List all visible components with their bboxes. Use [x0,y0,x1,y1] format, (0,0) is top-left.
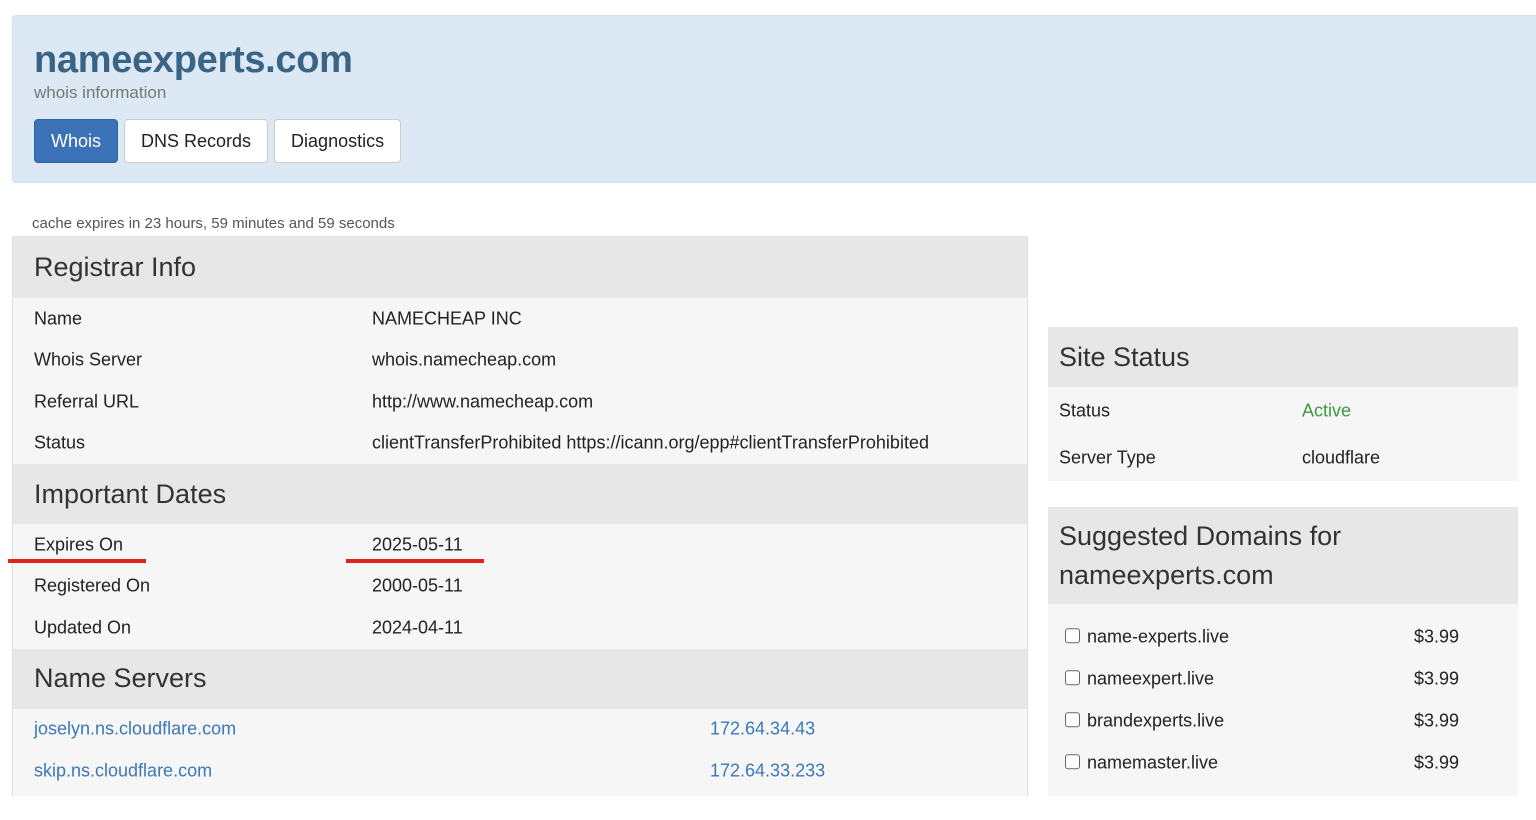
domain-price: $3.99 [1414,710,1460,731]
page-subtitle: whois information [34,83,167,102]
whois-panel: Registrar Info Name NAMECHEAP INC Whois … [12,236,1028,796]
list-item: brandexperts.live $3.99 [1048,700,1518,742]
row-label: Name [34,308,83,329]
row-label: Status [1059,400,1111,420]
site-status-heading: Site Status [1048,327,1518,387]
domain-checkbox[interactable] [1065,670,1080,686]
list-item: name-experts.live $3.99 [1048,616,1518,658]
row-value: http://www.namecheap.com [372,391,594,412]
table-row: Status clientTransferProhibited https://… [13,423,1027,465]
row-value: 2024-04-11 [372,617,463,638]
row-label: Expires On [34,534,124,555]
domain-checkbox[interactable] [1065,628,1080,644]
row-label: Status [34,432,86,453]
suggested-heading-line2: nameexperts.com [1059,559,1274,590]
nameserver-link[interactable]: joselyn.ns.cloudflare.com [34,719,236,740]
table-row: Registered On 2000-05-11 [13,566,1027,608]
cache-note: cache expires in 23 hours, 59 minutes an… [32,215,395,232]
table-row: Name NAMECHEAP INC [13,298,1027,340]
tab-diagnostics[interactable]: Diagnostics [274,119,402,163]
annotation-underline [346,559,484,563]
domain-name: name-experts.live [1087,626,1230,647]
annotation-underline [8,559,146,563]
table-row: skip.ns.cloudflare.com 172.64.33.233 [13,750,1027,792]
domain-checkbox[interactable] [1065,754,1080,770]
site-status-panel: Site Status Status Active Server Type cl… [1048,327,1518,481]
domain-price: $3.99 [1414,626,1460,647]
row-label: Whois Server [34,349,143,370]
suggested-domains-heading: Suggested Domains for nameexperts.com [1048,507,1518,604]
important-dates-heading: Important Dates [13,464,1027,524]
list-item: nameexpert.live $3.99 [1048,658,1518,700]
tab-bar: Whois DNS Records Diagnostics [34,119,402,163]
nameserver-ip-link[interactable]: 172.64.34.43 [710,719,815,740]
table-row: Updated On 2024-04-11 [13,607,1027,649]
tab-whois[interactable]: Whois [34,119,119,163]
row-value: 2025-05-11 [372,534,463,555]
status-value: Active [1302,400,1352,420]
row-label: Server Type [1059,447,1156,467]
row-label: Updated On [34,617,132,638]
name-servers-table: joselyn.ns.cloudflare.com 172.64.34.43 s… [13,709,1027,792]
table-row: Whois Server whois.namecheap.com [13,340,1027,382]
row-value: clientTransferProhibited https://icann.o… [372,432,929,453]
tab-dns-records[interactable]: DNS Records [124,119,269,163]
table-row: Server Type cloudflare [1048,434,1518,481]
page-header: nameexperts.com whois information Whois … [12,15,1536,183]
domain-name: brandexperts.live [1087,710,1225,731]
list-item [1048,784,1518,796]
domain-price: $3.99 [1414,752,1460,773]
table-row: Status Active [1048,387,1518,434]
domain-checkbox[interactable] [1065,712,1080,728]
domain-name: nameexpert.live [1087,668,1215,689]
suggested-heading-line1: Suggested Domains for [1059,520,1342,551]
row-value: NAMECHEAP INC [372,308,522,329]
page-title: nameexperts.com [34,39,353,81]
table-row: Expires On 2025-05-11 [13,524,1027,566]
name-servers-heading: Name Servers [13,648,1027,709]
domain-name: namemaster.live [1087,752,1219,773]
row-value: whois.namecheap.com [372,349,557,370]
registrar-info-table: Name NAMECHEAP INC Whois Server whois.na… [13,298,1027,464]
nameserver-link[interactable]: skip.ns.cloudflare.com [34,760,212,781]
row-label: Registered On [34,575,151,596]
important-dates-table: Expires On 2025-05-11 Registered On 2000… [13,524,1027,649]
table-row: Referral URL http://www.namecheap.com [13,381,1027,423]
registrar-info-heading: Registrar Info [13,237,1027,298]
suggested-domains-panel: Suggested Domains for nameexperts.com na… [1048,507,1518,796]
list-item: namemaster.live $3.99 [1048,742,1518,784]
row-value: cloudflare [1302,447,1381,467]
row-label: Referral URL [34,391,140,412]
nameserver-ip-link[interactable]: 172.64.33.233 [710,760,825,781]
table-row: joselyn.ns.cloudflare.com 172.64.34.43 [13,709,1027,751]
row-value: 2000-05-11 [372,575,463,596]
domain-price: $3.99 [1414,668,1460,689]
